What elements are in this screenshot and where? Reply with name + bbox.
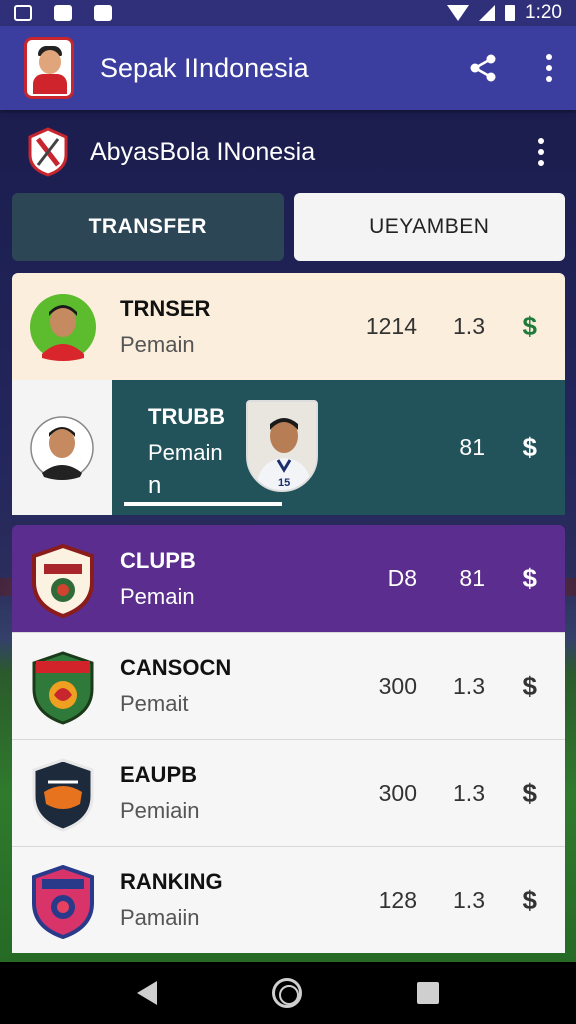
list-item-value: 81 — [459, 434, 485, 460]
svg-text:15: 15 — [278, 477, 290, 489]
tab-bar: TRANSFER UEYAMBEN — [12, 193, 565, 261]
player-photo: 15 — [246, 400, 318, 492]
list-item[interactable]: TRUBB Pemain n 15 81 $ — [12, 380, 565, 515]
list-item[interactable]: CANSOCN Pemait 300 1.3 $ — [12, 632, 565, 739]
currency-icon: $ — [522, 432, 537, 462]
list-item-value: 1214 — [365, 313, 417, 339]
currency-icon: $ — [522, 563, 537, 593]
list-item-role: Pemait — [120, 691, 189, 716]
list-item-name: TRUBB — [148, 404, 225, 429]
app-title: Sepak IIndonesia — [100, 52, 309, 83]
signal-icon — [479, 5, 496, 21]
list-item-value: 300 — [378, 779, 417, 806]
club-logo-icon — [26, 127, 70, 177]
list-item-role: Pemain — [148, 440, 223, 465]
list-item-name: EAUPB — [120, 762, 198, 787]
list-item-value: 1.3 — [453, 886, 485, 913]
list-item-name: CANSOCN — [120, 655, 232, 680]
recents-icon[interactable] — [416, 982, 439, 1004]
more-vert-icon[interactable] — [538, 138, 544, 166]
notification-icon — [14, 5, 32, 21]
notification-icon — [94, 5, 112, 21]
list-item-value: 128 — [378, 886, 417, 913]
sub-header-title: AbyasBola INonesia — [90, 137, 316, 166]
club-badge-icon — [30, 543, 96, 618]
list-item-value: 1.3 — [453, 313, 485, 339]
player-list: TRNSER Pemain 1214 1.3 $ TRUBB Pemain n — [12, 273, 565, 953]
club-badge-icon — [30, 758, 96, 832]
club-badge-icon — [30, 865, 96, 939]
list-item[interactable]: CLUPB Pemain D8 81 $ — [12, 525, 565, 632]
list-item-value: 81 — [459, 565, 485, 591]
app-bar: Sepak IIndonesia — [0, 26, 576, 110]
app-logo — [24, 37, 74, 99]
sub-header: AbyasBola INonesia — [0, 110, 576, 194]
list-item-name: RANKING — [120, 869, 223, 894]
list-item-value: 1.3 — [453, 779, 485, 806]
progress-underline — [124, 502, 282, 506]
list-item-role: Pamaiin — [120, 905, 200, 930]
player-avatar — [30, 415, 94, 481]
list-item-name: CLUPB — [120, 547, 196, 573]
status-bar: 1:20 — [0, 0, 576, 26]
notification-icon — [54, 5, 72, 21]
currency-icon: $ — [522, 670, 537, 701]
list-item-value: 1.3 — [453, 672, 485, 699]
list-item-role: Pemain — [120, 331, 195, 357]
wifi-icon — [447, 5, 470, 21]
status-time: 1:20 — [525, 2, 562, 23]
currency-icon: $ — [522, 884, 537, 915]
tab-transfer[interactable]: TRANSFER — [12, 193, 284, 261]
system-nav-bar — [0, 962, 576, 1024]
list-item-value: D8 — [387, 565, 417, 591]
list-item-name: TRNSER — [120, 295, 211, 321]
more-vert-icon[interactable] — [546, 54, 552, 82]
back-icon[interactable] — [137, 981, 158, 1005]
list-item[interactable]: RANKING Pamaiin 128 1.3 $ — [12, 846, 565, 953]
list-item-role: Pemiain — [120, 798, 200, 823]
tab-ueyamben[interactable]: UEYAMBEN — [293, 193, 565, 261]
list-item[interactable]: EAUPB Pemiain 300 1.3 $ — [12, 739, 565, 846]
list-item-value: 300 — [378, 672, 417, 699]
share-icon[interactable] — [468, 53, 498, 83]
list-item-role: Pemain — [120, 583, 195, 609]
home-icon[interactable] — [271, 978, 302, 1008]
battery-icon — [505, 5, 516, 21]
currency-icon: $ — [522, 777, 537, 808]
list-item-extra: n — [148, 472, 162, 499]
club-badge-icon — [30, 651, 96, 725]
currency-icon: $ — [522, 311, 537, 341]
player-avatar — [30, 292, 96, 362]
list-item[interactable]: TRNSER Pemain 1214 1.3 $ — [12, 273, 565, 380]
